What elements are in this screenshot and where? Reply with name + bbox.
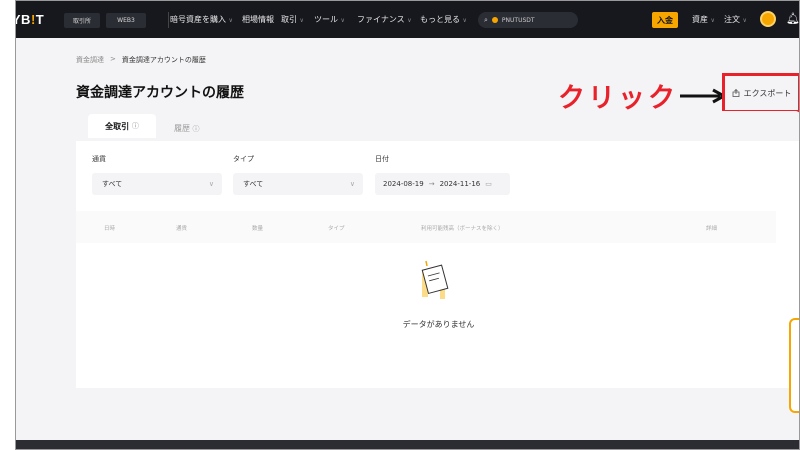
click-annotation: クリック <box>558 83 678 114</box>
history-card: 全取引 ⓘ 履歴 ⓘ 通貨 すべて ∨ タイプ すべて ∨ 日付 2024-08… <box>76 111 800 388</box>
export-label: エクスポート <box>743 88 792 98</box>
date-from: 2024-08-19 <box>383 180 424 188</box>
col-details: 詳細 <box>706 226 718 232</box>
currency-select-value: すべて <box>102 180 123 188</box>
tab-history[interactable]: 履歴 ⓘ <box>174 123 200 134</box>
nav-assets[interactable]: 資産 ∨ <box>692 14 715 25</box>
left-margin <box>0 0 15 450</box>
flame-icon <box>491 17 498 23</box>
date-arrow: → <box>428 180 435 188</box>
col-type: タイプ <box>328 226 345 232</box>
breadcrumb-separator: > <box>110 55 116 63</box>
top-navigation-bar: BYB!T 取引所 WEB3 暗号資産を購入 ∨ 相場情報 取引 ∨ ツール ∨… <box>16 0 800 38</box>
type-select-value: すべて <box>243 180 264 188</box>
breadcrumb-parent[interactable]: 資金調達 <box>76 55 104 65</box>
empty-document-icon <box>421 260 449 299</box>
exchange-tab[interactable]: 取引所 <box>64 13 100 28</box>
export-button[interactable]: エクスポート <box>722 73 800 113</box>
col-amount: 数量 <box>252 226 264 232</box>
nav-orders[interactable]: 注文 ∨ <box>724 14 747 25</box>
info-icon: ⓘ <box>131 122 139 130</box>
bottom-bar <box>16 440 800 450</box>
empty-state-text: データがありません <box>402 320 475 329</box>
table-header: 日時 通貨 数量 タイプ 利用可能残高（ボーナスを除く） 詳細 <box>76 211 776 243</box>
nav-markets[interactable]: 相場情報 <box>242 14 274 25</box>
chevron-down-icon: ∨ <box>208 180 214 188</box>
col-datetime: 日時 <box>104 226 116 232</box>
nav-divider <box>168 12 169 28</box>
nav-trade[interactable]: 取引 ∨ <box>281 14 304 25</box>
side-widget-panel[interactable] <box>789 318 800 413</box>
type-select[interactable]: すべて ∨ <box>233 173 363 195</box>
nav-tools[interactable]: ツール ∨ <box>314 14 345 25</box>
nav-buy-crypto[interactable]: 暗号資産を購入 ∨ <box>170 14 233 25</box>
currency-filter-label: 通貨 <box>92 155 106 163</box>
chevron-down-icon: ∨ <box>349 180 355 188</box>
col-currency: 通貨 <box>176 226 188 232</box>
bybit-logo[interactable]: BYB!T <box>16 12 44 27</box>
browser-viewport: BYB!T 取引所 WEB3 暗号資産を購入 ∨ 相場情報 取引 ∨ ツール ∨… <box>15 0 800 450</box>
page-title: 資金調達アカウントの履歴 <box>76 85 244 101</box>
export-icon <box>732 89 740 97</box>
deposit-button[interactable]: 入金 <box>652 12 678 28</box>
tab-all-trades[interactable]: 全取引 ⓘ <box>88 114 156 138</box>
nav-more[interactable]: もっと見る ∨ <box>420 14 467 25</box>
search-icon: ⌕ <box>484 15 488 24</box>
bell-icon[interactable]: 🔔︎ <box>786 12 800 25</box>
date-range-picker[interactable]: 2024-08-19 → 2024-11-16 ▭ <box>375 173 510 195</box>
calendar-icon: ▭ <box>485 180 492 188</box>
arrow-icon <box>680 88 728 104</box>
currency-select[interactable]: すべて ∨ <box>92 173 222 195</box>
breadcrumb-current: 資金調達アカウントの履歴 <box>121 56 206 64</box>
avatar[interactable] <box>760 11 776 27</box>
search-input[interactable]: ⌕ PNUTUSDT <box>478 12 578 28</box>
nav-finance[interactable]: ファイナンス ∨ <box>357 14 412 25</box>
date-to: 2024-11-16 <box>439 180 481 188</box>
breadcrumb: 資金調達 > 資金調達アカウントの履歴 <box>76 55 206 65</box>
type-filter-label: タイプ <box>233 155 254 163</box>
date-filter-label: 日付 <box>375 155 389 163</box>
info-icon: ⓘ <box>192 125 200 133</box>
web3-tab[interactable]: WEB3 <box>106 13 146 28</box>
col-available-balance: 利用可能残高（ボーナスを除く） <box>421 226 504 232</box>
search-placeholder: PNUTUSDT <box>501 16 535 24</box>
